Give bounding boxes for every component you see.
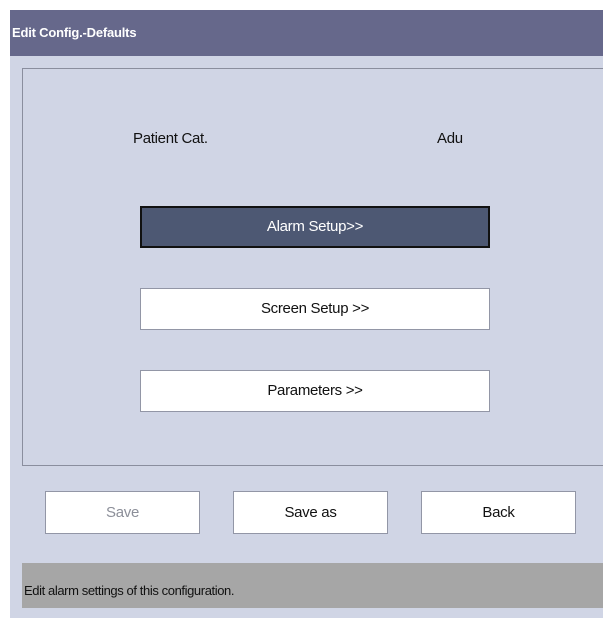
edit-config-dialog: Edit Config.-Defaults Patient Cat. Adu A… <box>10 10 603 618</box>
alarm-setup-button[interactable]: Alarm Setup>> <box>140 206 490 248</box>
back-button[interactable]: Back <box>421 491 576 534</box>
parameters-button[interactable]: Parameters >> <box>140 370 490 412</box>
dialog-title: Edit Config.-Defaults <box>10 10 603 56</box>
status-bar: Edit alarm settings of this configuratio… <box>22 563 603 608</box>
save-button[interactable]: Save <box>45 491 200 534</box>
screen-setup-button[interactable]: Screen Setup >> <box>140 288 490 330</box>
save-as-button[interactable]: Save as <box>233 491 388 534</box>
config-panel: Patient Cat. Adu Alarm Setup>> Screen Se… <box>22 68 603 466</box>
patient-category-label: Patient Cat. <box>133 130 208 147</box>
patient-category-value[interactable]: Adu <box>437 130 463 147</box>
